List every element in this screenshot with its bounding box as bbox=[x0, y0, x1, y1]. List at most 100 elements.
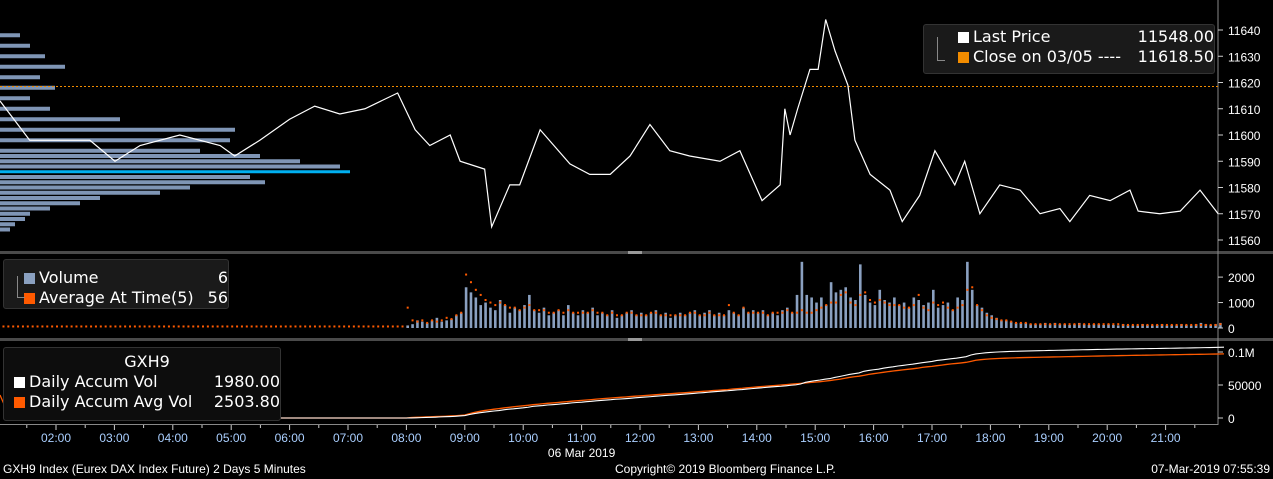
avg-dot bbox=[31, 325, 34, 328]
avg-dot bbox=[318, 325, 321, 328]
avg-dot bbox=[635, 314, 638, 317]
avg-dot bbox=[727, 304, 730, 307]
avg-dot bbox=[815, 309, 818, 312]
volume-bar bbox=[455, 315, 458, 328]
avg-dot bbox=[1131, 323, 1134, 326]
avg-dot bbox=[533, 309, 536, 312]
avg-dot bbox=[625, 311, 628, 314]
profile-bar bbox=[0, 211, 30, 216]
volume-bar bbox=[883, 300, 886, 328]
avg-dot bbox=[382, 325, 385, 328]
avg-dot bbox=[786, 309, 789, 312]
volume-bar bbox=[649, 312, 653, 328]
avg-dot bbox=[284, 325, 287, 328]
avg-dot bbox=[270, 325, 273, 328]
avg-dot bbox=[494, 304, 497, 307]
volume-bar bbox=[586, 312, 590, 328]
avg-dot bbox=[153, 325, 156, 328]
avg-dot bbox=[421, 319, 424, 322]
avg-dot bbox=[460, 311, 463, 314]
avg-dot bbox=[708, 311, 711, 314]
avg-dot bbox=[343, 325, 346, 328]
avg-dot bbox=[299, 325, 302, 328]
time-tick-label: 09:00 bbox=[450, 431, 480, 445]
volume-bar bbox=[970, 289, 974, 328]
time-tick-label: 15:00 bbox=[800, 431, 830, 445]
avg-dot bbox=[80, 325, 83, 328]
avg-dot bbox=[114, 325, 117, 328]
volume-bar bbox=[907, 307, 911, 328]
avg-dot bbox=[757, 311, 760, 314]
avg-dot bbox=[654, 311, 657, 314]
volume-bar bbox=[868, 302, 872, 328]
volume-bar bbox=[1116, 325, 1120, 328]
avg-dot bbox=[995, 318, 998, 321]
avg-dot bbox=[1000, 319, 1003, 322]
avg-dot bbox=[1019, 321, 1022, 324]
volume-bar bbox=[878, 289, 882, 328]
volume-bar bbox=[893, 297, 896, 328]
avg-dot bbox=[796, 311, 799, 314]
daily-accum-label: Daily Accum Vol bbox=[29, 372, 158, 391]
avg-dot bbox=[313, 325, 316, 328]
avg-dot bbox=[956, 306, 959, 309]
avg-dot bbox=[391, 325, 394, 328]
volume-tick-label: 2000 bbox=[1228, 271, 1255, 285]
avg-dot bbox=[508, 306, 511, 309]
volume-bar bbox=[601, 312, 604, 328]
avg-dot bbox=[187, 325, 190, 328]
avg-dot bbox=[352, 325, 355, 328]
avg-dot bbox=[771, 311, 774, 314]
volume-bar bbox=[815, 302, 818, 328]
avg-dot bbox=[542, 309, 545, 312]
avg-dot bbox=[231, 325, 234, 328]
avg-dot bbox=[279, 325, 282, 328]
avg-dot bbox=[56, 325, 58, 328]
avg-dot bbox=[455, 314, 458, 317]
time-tick-label: 12:00 bbox=[625, 431, 655, 445]
volume-bar bbox=[430, 320, 434, 328]
avg-dot bbox=[888, 304, 891, 307]
accum-title: GXH9 bbox=[124, 352, 170, 371]
avg-dot bbox=[504, 304, 507, 307]
avg-dot bbox=[611, 311, 614, 314]
avg-dot bbox=[70, 325, 73, 328]
profile-bar bbox=[0, 75, 40, 80]
time-tick-label: 14:00 bbox=[742, 431, 772, 445]
daily-accum-value: 1980.00 bbox=[213, 372, 280, 391]
avg-dot bbox=[90, 325, 93, 328]
time-tick-label: 16:00 bbox=[859, 431, 889, 445]
volume-bar bbox=[625, 312, 628, 328]
avg-dot bbox=[348, 325, 350, 328]
avg-dot bbox=[177, 325, 180, 328]
avg-dot bbox=[499, 301, 502, 304]
avg-dot bbox=[873, 301, 876, 304]
volume-bar bbox=[912, 297, 916, 328]
profile-bar bbox=[0, 164, 340, 169]
avg-dot bbox=[333, 325, 336, 328]
avg-dot bbox=[158, 325, 161, 328]
avg-dot bbox=[951, 309, 954, 312]
avg-dot bbox=[411, 319, 414, 322]
volume-bar bbox=[503, 305, 507, 328]
avg-dot bbox=[528, 304, 531, 307]
avg-dot bbox=[255, 325, 258, 328]
daily-avg-value: 2503.80 bbox=[213, 392, 280, 411]
profile-bar bbox=[0, 154, 260, 158]
avg-dot bbox=[304, 325, 307, 328]
avg-dot bbox=[109, 325, 112, 328]
avg-dot bbox=[966, 288, 969, 291]
volume-bar bbox=[450, 319, 453, 328]
avg-dot bbox=[572, 311, 575, 314]
volume-bar bbox=[528, 294, 531, 328]
avg-dot bbox=[669, 314, 672, 317]
avg-dot bbox=[401, 325, 404, 328]
avg-dot bbox=[927, 309, 930, 312]
avg-dot bbox=[1199, 323, 1202, 326]
avg-dot bbox=[898, 304, 901, 307]
pane-resize-handle bbox=[628, 251, 642, 254]
avg-dot bbox=[21, 325, 24, 328]
volume-bar bbox=[440, 321, 444, 328]
volume-bar bbox=[669, 317, 672, 328]
volume-bar bbox=[596, 315, 599, 328]
